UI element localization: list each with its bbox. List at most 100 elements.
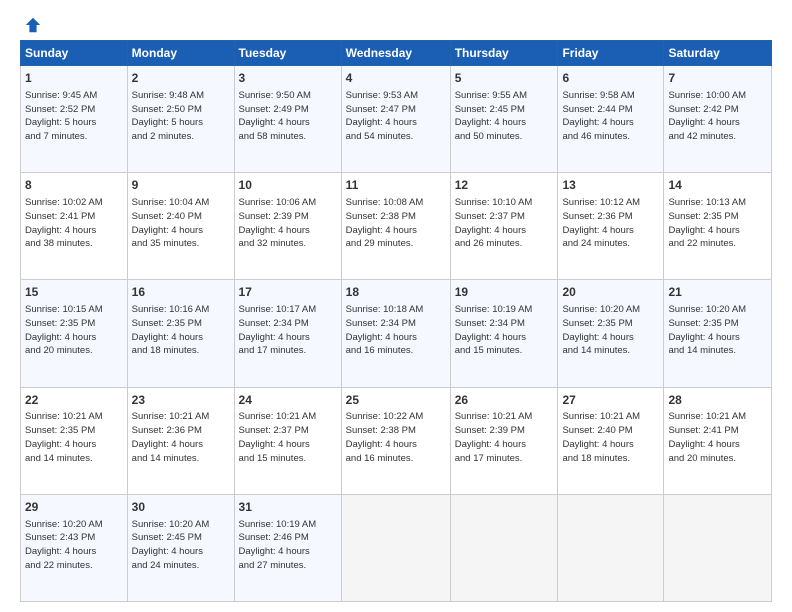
info-line: Sunset: 2:34 PM: [346, 317, 446, 331]
info-line: Sunrise: 9:48 AM: [132, 89, 230, 103]
calendar-cell-29: 29Sunrise: 10:20 AMSunset: 2:43 PMDaylig…: [21, 494, 128, 601]
info-line: Daylight: 4 hours: [562, 438, 659, 452]
calendar-cell-4: 4Sunrise: 9:53 AMSunset: 2:47 PMDaylight…: [341, 66, 450, 173]
day-info: Sunrise: 10:19 AMSunset: 2:34 PMDaylight…: [455, 303, 554, 358]
calendar-week-4: 22Sunrise: 10:21 AMSunset: 2:35 PMDaylig…: [21, 387, 772, 494]
info-line: Sunset: 2:38 PM: [346, 210, 446, 224]
day-number: 13: [562, 177, 659, 194]
day-number: 30: [132, 499, 230, 516]
calendar-header-tuesday: Tuesday: [234, 41, 341, 66]
info-line: Sunset: 2:36 PM: [132, 424, 230, 438]
info-line: Daylight: 4 hours: [668, 224, 767, 238]
info-line: Sunrise: 10:17 AM: [239, 303, 337, 317]
info-line: Sunrise: 10:21 AM: [132, 410, 230, 424]
day-info: Sunrise: 10:17 AMSunset: 2:34 PMDaylight…: [239, 303, 337, 358]
info-line: Daylight: 4 hours: [132, 331, 230, 345]
calendar-header-saturday: Saturday: [664, 41, 772, 66]
info-line: Sunset: 2:35 PM: [25, 317, 123, 331]
calendar-cell-12: 12 Sunrise: 10:10 AMSunset: 2:37 PMDaylig…: [450, 173, 558, 280]
info-line: Sunrise: 10:08 AM: [346, 196, 446, 210]
day-number: 19: [455, 284, 554, 301]
day-number: 28: [668, 392, 767, 409]
day-info: Sunrise: 9:48 AMSunset: 2:50 PMDaylight:…: [132, 89, 230, 144]
info-line: and 24 minutes.: [132, 559, 230, 573]
info-line: Sunrise: 10:20 AM: [668, 303, 767, 317]
info-line: Sunrise: 9:45 AM: [25, 89, 123, 103]
calendar-cell-25: 25Sunrise: 10:22 AMSunset: 2:38 PMDaylig…: [341, 387, 450, 494]
day-info: Sunrise: 10:10 AMSunset: 2:37 PMDaylight…: [455, 196, 554, 251]
info-line: and 17 minutes.: [455, 452, 554, 466]
day-info: Sunrise: 10:20 AMSunset: 2:35 PMDaylight…: [562, 303, 659, 358]
info-line: Sunrise: 10:20 AM: [25, 518, 123, 532]
info-line: Sunset: 2:34 PM: [239, 317, 337, 331]
day-number: 4: [346, 70, 446, 87]
day-number: 25: [346, 392, 446, 409]
info-line: Daylight: 4 hours: [562, 224, 659, 238]
info-line: Sunset: 2:45 PM: [132, 531, 230, 545]
info-line: Sunrise: 10:21 AM: [25, 410, 123, 424]
calendar-table: SundayMondayTuesdayWednesdayThursdayFrid…: [20, 40, 772, 602]
calendar-header-monday: Monday: [127, 41, 234, 66]
info-line: Daylight: 4 hours: [346, 331, 446, 345]
calendar-cell-22: 22Sunrise: 10:21 AMSunset: 2:35 PMDaylig…: [21, 387, 128, 494]
info-line: Sunrise: 10:21 AM: [562, 410, 659, 424]
day-number: 14: [668, 177, 767, 194]
info-line: Sunset: 2:52 PM: [25, 103, 123, 117]
calendar-cell-17: 17Sunrise: 10:17 AMSunset: 2:34 PMDaylig…: [234, 280, 341, 387]
day-number: 31: [239, 499, 337, 516]
info-line: and 54 minutes.: [346, 130, 446, 144]
info-line: and 20 minutes.: [25, 344, 123, 358]
info-line: Sunrise: 10:15 AM: [25, 303, 123, 317]
day-info: Sunrise: 10:22 AMSunset: 2:38 PMDaylight…: [346, 410, 446, 465]
info-line: Daylight: 4 hours: [239, 224, 337, 238]
day-number: 8: [25, 177, 123, 194]
info-line: Daylight: 4 hours: [346, 224, 446, 238]
info-line: and 17 minutes.: [239, 344, 337, 358]
day-info: Sunrise: 9:50 AMSunset: 2:49 PMDaylight:…: [239, 89, 337, 144]
logo-icon: [24, 16, 42, 34]
info-line: and 20 minutes.: [668, 452, 767, 466]
calendar-header-friday: Friday: [558, 41, 664, 66]
day-number: 7: [668, 70, 767, 87]
info-line: Sunset: 2:35 PM: [132, 317, 230, 331]
day-number: 9: [132, 177, 230, 194]
info-line: Sunrise: 9:55 AM: [455, 89, 554, 103]
day-info: Sunrise: 10:21 AMSunset: 2:41 PMDaylight…: [668, 410, 767, 465]
calendar-cell-31: 31Sunrise: 10:19 AMSunset: 2:46 PMDaylig…: [234, 494, 341, 601]
day-info: Sunrise: 10:00 AMSunset: 2:42 PMDaylight…: [668, 89, 767, 144]
info-line: and 27 minutes.: [239, 559, 337, 573]
calendar-cell-7: 7 Sunrise: 10:00 AMSunset: 2:42 PMDayligh…: [664, 66, 772, 173]
day-info: Sunrise: 9:58 AMSunset: 2:44 PMDaylight:…: [562, 89, 659, 144]
day-info: Sunrise: 10:13 AMSunset: 2:35 PMDaylight…: [668, 196, 767, 251]
info-line: Sunset: 2:50 PM: [132, 103, 230, 117]
calendar-header-row: SundayMondayTuesdayWednesdayThursdayFrid…: [21, 41, 772, 66]
info-line: Daylight: 5 hours: [25, 116, 123, 130]
day-number: 6: [562, 70, 659, 87]
info-line: Sunrise: 10:02 AM: [25, 196, 123, 210]
day-info: Sunrise: 10:20 AMSunset: 2:35 PMDaylight…: [668, 303, 767, 358]
info-line: and 15 minutes.: [239, 452, 337, 466]
info-line: Daylight: 4 hours: [132, 545, 230, 559]
calendar-cell-5: 5Sunrise: 9:55 AMSunset: 2:45 PMDaylight…: [450, 66, 558, 173]
day-number: 23: [132, 392, 230, 409]
day-number: 1: [25, 70, 123, 87]
info-line: Sunrise: 10:21 AM: [239, 410, 337, 424]
calendar-header-wednesday: Wednesday: [341, 41, 450, 66]
day-info: Sunrise: 9:45 AMSunset: 2:52 PMDaylight:…: [25, 89, 123, 144]
info-line: Daylight: 4 hours: [668, 438, 767, 452]
info-line: Sunrise: 10:00 AM: [668, 89, 767, 103]
info-line: Sunrise: 10:19 AM: [455, 303, 554, 317]
calendar-cell-10: 10Sunrise: 10:06 AMSunset: 2:39 PMDaylig…: [234, 173, 341, 280]
info-line: Daylight: 4 hours: [239, 331, 337, 345]
info-line: Sunrise: 10:12 AM: [562, 196, 659, 210]
info-line: Sunset: 2:35 PM: [562, 317, 659, 331]
info-line: and 18 minutes.: [132, 344, 230, 358]
info-line: Daylight: 4 hours: [239, 438, 337, 452]
info-line: and 42 minutes.: [668, 130, 767, 144]
day-info: Sunrise: 10:21 AMSunset: 2:40 PMDaylight…: [562, 410, 659, 465]
calendar-cell-9: 9Sunrise: 10:04 AMSunset: 2:40 PMDayligh…: [127, 173, 234, 280]
info-line: Sunset: 2:46 PM: [239, 531, 337, 545]
day-info: Sunrise: 10:15 AMSunset: 2:35 PMDaylight…: [25, 303, 123, 358]
day-number: 12: [455, 177, 554, 194]
info-line: Sunset: 2:45 PM: [455, 103, 554, 117]
